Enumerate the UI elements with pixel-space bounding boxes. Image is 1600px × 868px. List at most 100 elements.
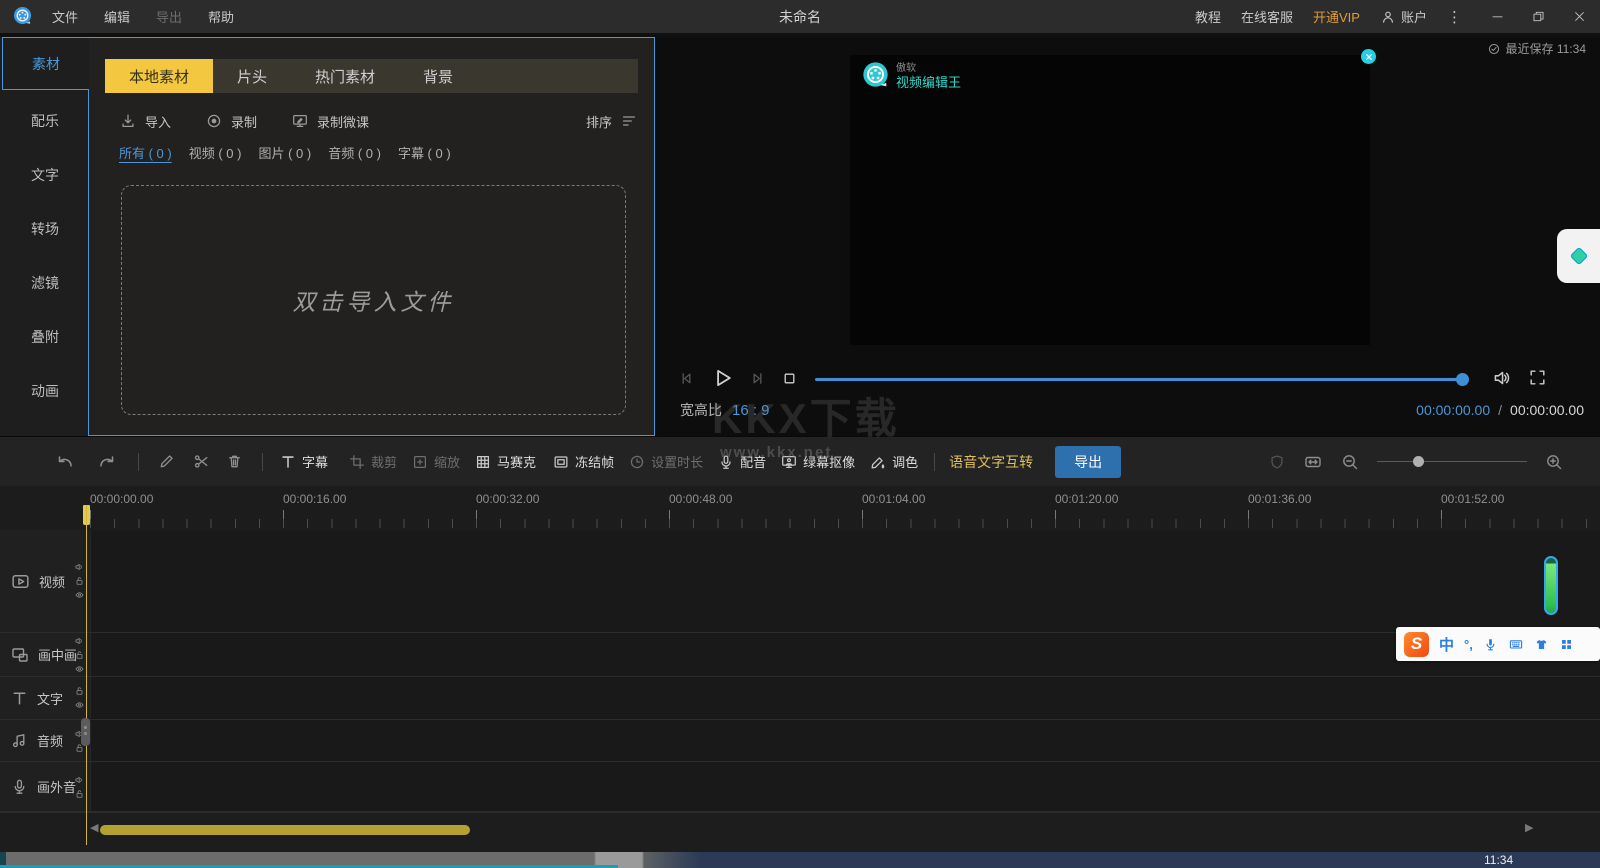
tool-color-grading[interactable]: 调色: [869, 452, 918, 471]
stop-button[interactable]: [780, 369, 799, 388]
tab-local-media[interactable]: 本地素材: [105, 59, 213, 93]
delete-button[interactable]: [225, 452, 244, 471]
taskbar-sliver: 11:34: [0, 852, 1600, 868]
playhead[interactable]: [83, 505, 91, 845]
tab-hot-media[interactable]: 热门素材: [291, 59, 399, 93]
split-button[interactable]: [192, 452, 211, 471]
track-video: 视频: [0, 530, 1600, 633]
prev-frame-button[interactable]: [677, 369, 696, 388]
import-label: 导入: [145, 112, 171, 131]
ime-lang-toggle[interactable]: 中: [1439, 634, 1454, 655]
diamond-logo-icon: [1567, 244, 1591, 268]
filter-subtitle[interactable]: 字幕 ( 0 ): [398, 143, 451, 162]
sidebar-item-overlay[interactable]: 叠附: [0, 327, 90, 347]
restore-button[interactable]: [1532, 10, 1545, 23]
next-frame-button[interactable]: [748, 369, 767, 388]
track-pip-lane: [90, 633, 1600, 676]
sidebar-item-text[interactable]: 文字: [0, 165, 90, 185]
titlebar: 文件 编辑 导出 帮助 未命名 教程 在线客服 开通VIP 账户 ⋮: [0, 0, 1600, 33]
ime-keyboard-button[interactable]: [1508, 636, 1524, 652]
scroll-right-arrow[interactable]: ▶: [1525, 821, 1533, 834]
hscroll-thumb[interactable]: [100, 825, 470, 835]
tool-mosaic[interactable]: 马赛克: [474, 452, 536, 471]
ime-punct-toggle[interactable]: °,: [1464, 637, 1473, 652]
close-button[interactable]: [1573, 10, 1586, 23]
sidebar-item-music[interactable]: 配乐: [0, 111, 90, 131]
titlebar-right: 教程 在线客服 开通VIP 账户 ⋮: [1195, 7, 1586, 26]
ime-mic-button[interactable]: [1483, 637, 1498, 652]
export-button[interactable]: 导出: [1055, 446, 1121, 478]
menu-edit[interactable]: 编辑: [104, 7, 130, 26]
filter-all[interactable]: 所有 ( 0 ): [119, 143, 172, 162]
microphone-icon: [717, 453, 735, 471]
media-filters: 所有 ( 0 ) 视频 ( 0 ) 图片 ( 0 ) 音频 ( 0 ) 字幕 (…: [119, 141, 451, 163]
preview-area: 最近保存 11:34 傲软 视频编辑王: [655, 37, 1600, 436]
floating-panel-handle[interactable]: [1557, 229, 1600, 283]
timeline-ruler[interactable]: 00:00:00.00 00:00:16.00 00:00:32.00 00:0…: [0, 486, 1600, 530]
zoom-slider-thumb[interactable]: [1413, 456, 1424, 467]
ime-skin-button[interactable]: [1534, 637, 1549, 652]
playback-controls: [677, 365, 799, 391]
record-lesson-button[interactable]: 录制微课: [291, 112, 369, 131]
vip-link[interactable]: 开通VIP: [1313, 7, 1360, 26]
redo-button[interactable]: [96, 451, 118, 473]
track-audio-lane: [90, 720, 1600, 761]
ruler-label: 00:01:04.00: [862, 492, 925, 506]
track-label: 画中画: [38, 645, 77, 664]
menu-help[interactable]: 帮助: [208, 7, 234, 26]
filter-video[interactable]: 视频 ( 0 ): [189, 143, 242, 162]
record-button[interactable]: 录制: [205, 112, 257, 131]
sidebar-item-filter[interactable]: 滤镜: [0, 273, 90, 293]
menu-export[interactable]: 导出: [156, 7, 182, 26]
sort-button[interactable]: 排序: [586, 112, 638, 131]
fullscreen-button[interactable]: [1527, 367, 1548, 388]
volume-button[interactable]: [1491, 367, 1513, 389]
tab-background[interactable]: 背景: [399, 59, 477, 93]
tool-chroma-key[interactable]: 绿幕抠像: [780, 452, 855, 471]
minimize-button[interactable]: [1491, 10, 1504, 23]
aspect-ratio-select[interactable]: 16 : 9: [732, 402, 770, 419]
menu-file[interactable]: 文件: [52, 7, 78, 26]
sidebar-item-transition[interactable]: 转场: [0, 219, 90, 239]
ime-toolbox-button[interactable]: [1559, 637, 1574, 652]
tool-freeze-frame[interactable]: 冻结帧: [552, 452, 614, 471]
support-link[interactable]: 在线客服: [1241, 7, 1293, 26]
track-voiceover-header: 画外音: [0, 762, 90, 811]
zoom-out-button[interactable]: [1340, 452, 1360, 472]
dropzone-hint: 双击导入文件: [293, 283, 455, 317]
toolbar-divider: [262, 453, 263, 471]
watermark-close-icon[interactable]: [1361, 49, 1376, 64]
seek-bar[interactable]: [815, 378, 1463, 381]
filter-audio[interactable]: 音频 ( 0 ): [328, 143, 381, 162]
fit-timeline-button[interactable]: [1303, 452, 1323, 472]
seek-handle[interactable]: [1456, 373, 1469, 386]
current-time: 00:00:00.00: [1416, 402, 1490, 418]
undo-button[interactable]: [54, 451, 76, 473]
sidebar-item-animation[interactable]: 动画: [0, 381, 90, 401]
tool-dubbing[interactable]: 配音: [717, 452, 766, 471]
account-button[interactable]: 账户: [1380, 7, 1427, 26]
play-button[interactable]: [709, 365, 735, 391]
speech-text-convert-button[interactable]: 语音文字互转: [949, 452, 1033, 472]
import-button[interactable]: 导入: [119, 112, 171, 131]
edit-button[interactable]: [157, 452, 176, 471]
pip-track-icon: [10, 645, 30, 665]
track-scroll-handle[interactable]: [81, 718, 90, 746]
scroll-left-arrow[interactable]: ◀: [90, 821, 98, 834]
tutorial-link[interactable]: 教程: [1195, 7, 1221, 26]
sidebar-item-material[interactable]: 素材: [2, 37, 89, 90]
tab-intro[interactable]: 片头: [213, 59, 291, 93]
tool-crop[interactable]: 裁剪: [348, 452, 397, 471]
zoom-in-button[interactable]: [1544, 452, 1564, 472]
import-dropzone[interactable]: 双击导入文件: [121, 185, 626, 415]
tool-scale[interactable]: 缩放: [411, 452, 460, 471]
timeline-zoom-slider[interactable]: [1377, 452, 1527, 472]
sidebar-item-label: 素材: [32, 54, 60, 74]
tool-subtitle[interactable]: 字幕: [279, 452, 328, 471]
sogou-logo[interactable]: S: [1404, 632, 1429, 657]
voiceover-track-icon: [10, 777, 29, 796]
filter-image[interactable]: 图片 ( 0 ): [258, 143, 311, 162]
more-menu-button[interactable]: ⋮: [1447, 8, 1463, 26]
tool-set-duration[interactable]: 设置时长: [628, 452, 703, 471]
taskbar-clock: 11:34: [1484, 853, 1513, 867]
